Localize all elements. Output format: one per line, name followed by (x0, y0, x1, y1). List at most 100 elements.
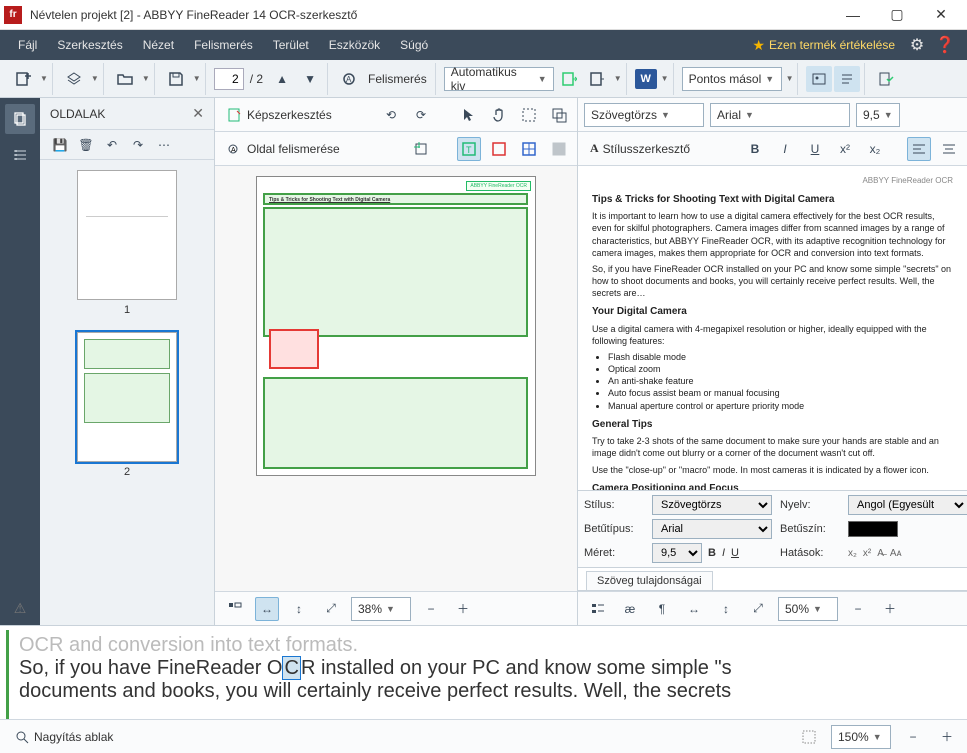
effect-sup[interactable]: x² (863, 548, 871, 559)
layout-mode-select[interactable]: Automatikus kiv▼ (444, 67, 554, 91)
undo-button[interactable]: ↶ (102, 135, 122, 155)
fit-height-button[interactable]: ↕ (287, 597, 311, 621)
word-app-icon[interactable]: W (635, 69, 657, 89)
fontcolor-swatch[interactable] (848, 521, 898, 537)
font-family-select[interactable]: Arial▼ (710, 103, 850, 127)
pilcrow-button[interactable]: ¶ (650, 597, 674, 621)
zoom-in-button[interactable]: ＋ (451, 597, 475, 621)
subscript-button[interactable]: x₂ (863, 137, 887, 161)
new-project-button[interactable] (10, 66, 36, 92)
table-area-tool[interactable] (517, 137, 541, 161)
superscript-button[interactable]: x² (833, 137, 857, 161)
chevron-down-icon[interactable]: ▼ (786, 74, 794, 83)
fit-height-button[interactable]: ↕ (714, 597, 738, 621)
menu-recognition[interactable]: Felismerés (184, 30, 263, 60)
special-chars-button[interactable]: æ (618, 597, 642, 621)
dock-pages-button[interactable] (5, 104, 35, 134)
zoom-out-button[interactable]: − (901, 725, 925, 749)
window-minimize[interactable]: ― (831, 0, 875, 30)
settings-icon[interactable]: ⚙ (903, 31, 931, 59)
font-prop-select[interactable]: Arial (652, 519, 772, 539)
fit-width-button[interactable]: ↔ (255, 597, 279, 621)
zoom-in-button[interactable]: ＋ (878, 597, 902, 621)
chevron-down-icon[interactable]: ▼ (661, 74, 669, 83)
chevron-down-icon[interactable]: ▼ (614, 74, 622, 83)
magnify-window-button[interactable]: Nagyítás ablak (8, 725, 119, 749)
rate-product[interactable]: ★Ezen termék értékelése (752, 37, 895, 54)
fit-width-button[interactable]: ↔ (682, 597, 706, 621)
delete-page-button[interactable]: 🗑 (76, 135, 96, 155)
chevron-down-icon[interactable]: ▼ (142, 74, 150, 83)
bold-toggle[interactable]: B (708, 547, 716, 559)
page-up-button[interactable]: ▲ (269, 66, 295, 92)
align-left-button[interactable] (907, 137, 931, 161)
size-prop-select[interactable]: 9,5 (652, 543, 702, 563)
help-icon[interactable]: ❓ (931, 31, 959, 59)
style-editor-button[interactable]: AStílusszerkesztő (584, 137, 696, 161)
text-zoom-select[interactable]: 50%▼ (778, 597, 838, 621)
window-maximize[interactable]: ▢ (875, 0, 919, 30)
page-down-button[interactable]: ▼ (297, 66, 323, 92)
export-word-button[interactable] (556, 66, 582, 92)
zoom-out-button[interactable]: − (419, 597, 443, 621)
more-button[interactable]: ⋯ (154, 135, 174, 155)
fit-page-button[interactable]: ⤢ (319, 597, 343, 621)
layers-button[interactable] (61, 66, 87, 92)
menu-file[interactable]: Fájl (8, 30, 47, 60)
zoom-select[interactable]: 38%▼ (351, 597, 411, 621)
align-center-button[interactable] (937, 137, 961, 161)
menu-area[interactable]: Terület (263, 30, 319, 60)
redo-button[interactable]: ↷ (128, 135, 148, 155)
background-area-tool[interactable] (547, 137, 571, 161)
text-area-tool[interactable]: T (457, 137, 481, 161)
recognize-button[interactable]: Felismerés (364, 72, 431, 86)
warning-icon[interactable]: ⚠ (14, 600, 27, 617)
chevron-down-icon[interactable]: ▼ (40, 74, 48, 83)
menu-edit[interactable]: Szerkesztés (47, 30, 132, 60)
menu-help[interactable]: Súgó (390, 30, 438, 60)
rotate-right-button[interactable]: ⟳ (409, 103, 433, 127)
grid-view-button[interactable] (797, 725, 821, 749)
magnify-zoom-select[interactable]: 150%▼ (831, 725, 891, 749)
verify-button[interactable] (873, 66, 899, 92)
effect-sub[interactable]: x₂ (848, 548, 857, 559)
open-button[interactable] (112, 66, 138, 92)
font-size-select[interactable]: 9,5▼ (856, 103, 900, 127)
hand-tool[interactable] (487, 103, 511, 127)
chevron-down-icon[interactable]: ▼ (193, 74, 201, 83)
page-recognize-button[interactable]: AOldal felismerése (221, 137, 346, 161)
effect-strike[interactable]: A̶ (877, 548, 884, 559)
style-prop-select[interactable]: Szövegtörzs (652, 495, 772, 515)
export-other-button[interactable] (584, 66, 610, 92)
bold-button[interactable]: B (743, 137, 767, 161)
save-button[interactable] (163, 66, 189, 92)
paragraph-style-select[interactable]: Szövegtörzs▼ (584, 103, 704, 127)
menu-view[interactable]: Nézet (133, 30, 184, 60)
underline-button[interactable]: U (803, 137, 827, 161)
picture-area-tool[interactable] (487, 137, 511, 161)
text-properties-tab[interactable]: Szöveg tulajdonságai (586, 571, 713, 590)
rotate-left-button[interactable]: ⟲ (379, 103, 403, 127)
pointer-tool[interactable] (457, 103, 481, 127)
page-thumbnail-2[interactable]: 2 (72, 332, 182, 478)
underline-toggle[interactable]: U (731, 547, 739, 559)
dock-properties-button[interactable] (5, 140, 35, 170)
list-view-button[interactable] (586, 597, 610, 621)
select-area-tool[interactable] (517, 103, 541, 127)
crop-button[interactable] (409, 137, 433, 161)
page-thumbnail-1[interactable]: 1 (72, 170, 182, 316)
view-text-button[interactable] (834, 66, 860, 92)
page-number-input[interactable] (214, 68, 244, 90)
add-area-tool[interactable] (547, 103, 571, 127)
italic-button[interactable]: I (773, 137, 797, 161)
zoom-out-button[interactable]: − (846, 597, 870, 621)
thumbnails-view-button[interactable] (223, 597, 247, 621)
image-editor-button[interactable]: Képszerkesztés (221, 103, 338, 127)
effect-smallcaps[interactable]: Aᴀ (890, 548, 902, 559)
save-page-button[interactable]: 💾 (50, 135, 70, 155)
close-panel-button[interactable]: ✕ (192, 105, 204, 122)
fit-page-button[interactable]: ⤢ (746, 597, 770, 621)
zoom-in-button[interactable]: ＋ (935, 725, 959, 749)
lang-prop-select[interactable]: Angol (Egyesült (848, 495, 967, 515)
window-close[interactable]: ✕ (919, 0, 963, 30)
